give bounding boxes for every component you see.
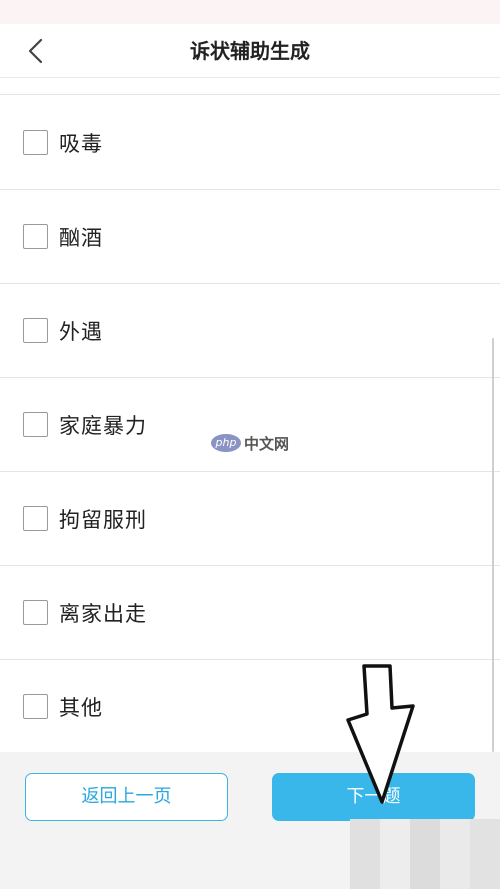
footer-bar: 返回上一页 下一题	[0, 752, 500, 889]
chevron-left-icon	[28, 38, 43, 64]
option-item[interactable]: 外遇	[0, 284, 500, 378]
option-label: 外遇	[59, 319, 103, 344]
checkbox[interactable]	[23, 130, 48, 155]
blurred-region	[350, 819, 500, 889]
list-top-divider	[0, 79, 500, 95]
option-item[interactable]: 家庭暴力	[0, 378, 500, 472]
checkbox[interactable]	[23, 506, 48, 531]
back-button[interactable]	[22, 36, 52, 66]
option-label: 酗酒	[59, 225, 103, 250]
watermark-text: 中文网	[244, 434, 290, 453]
watermark: php 中文网	[211, 432, 289, 454]
checkbox[interactable]	[23, 318, 48, 343]
checkbox[interactable]	[23, 600, 48, 625]
option-label: 拘留服刑	[59, 507, 147, 532]
previous-page-button[interactable]: 返回上一页	[25, 773, 228, 821]
option-label: 其他	[59, 695, 103, 720]
checkbox[interactable]	[23, 412, 48, 437]
option-label: 吸毒	[59, 131, 103, 156]
option-item[interactable]: 离家出走	[0, 566, 500, 660]
scrollbar[interactable]	[492, 338, 494, 752]
option-item[interactable]: 拘留服刑	[0, 472, 500, 566]
app-header: 诉状辅助生成	[0, 24, 500, 78]
status-bar	[0, 0, 500, 24]
next-question-button[interactable]: 下一题	[272, 773, 475, 821]
page-title: 诉状辅助生成	[190, 39, 310, 63]
option-item[interactable]: 吸毒	[0, 96, 500, 190]
option-label: 离家出走	[59, 601, 147, 626]
checkbox[interactable]	[23, 224, 48, 249]
checkbox[interactable]	[23, 694, 48, 719]
option-list: 吸毒 酗酒 外遇 家庭暴力 拘留服刑 离家出走 其他	[0, 96, 500, 752]
option-item[interactable]: 其他	[0, 660, 500, 752]
watermark-logo: php	[211, 434, 241, 452]
option-item[interactable]: 酗酒	[0, 190, 500, 284]
option-label: 家庭暴力	[59, 413, 147, 438]
